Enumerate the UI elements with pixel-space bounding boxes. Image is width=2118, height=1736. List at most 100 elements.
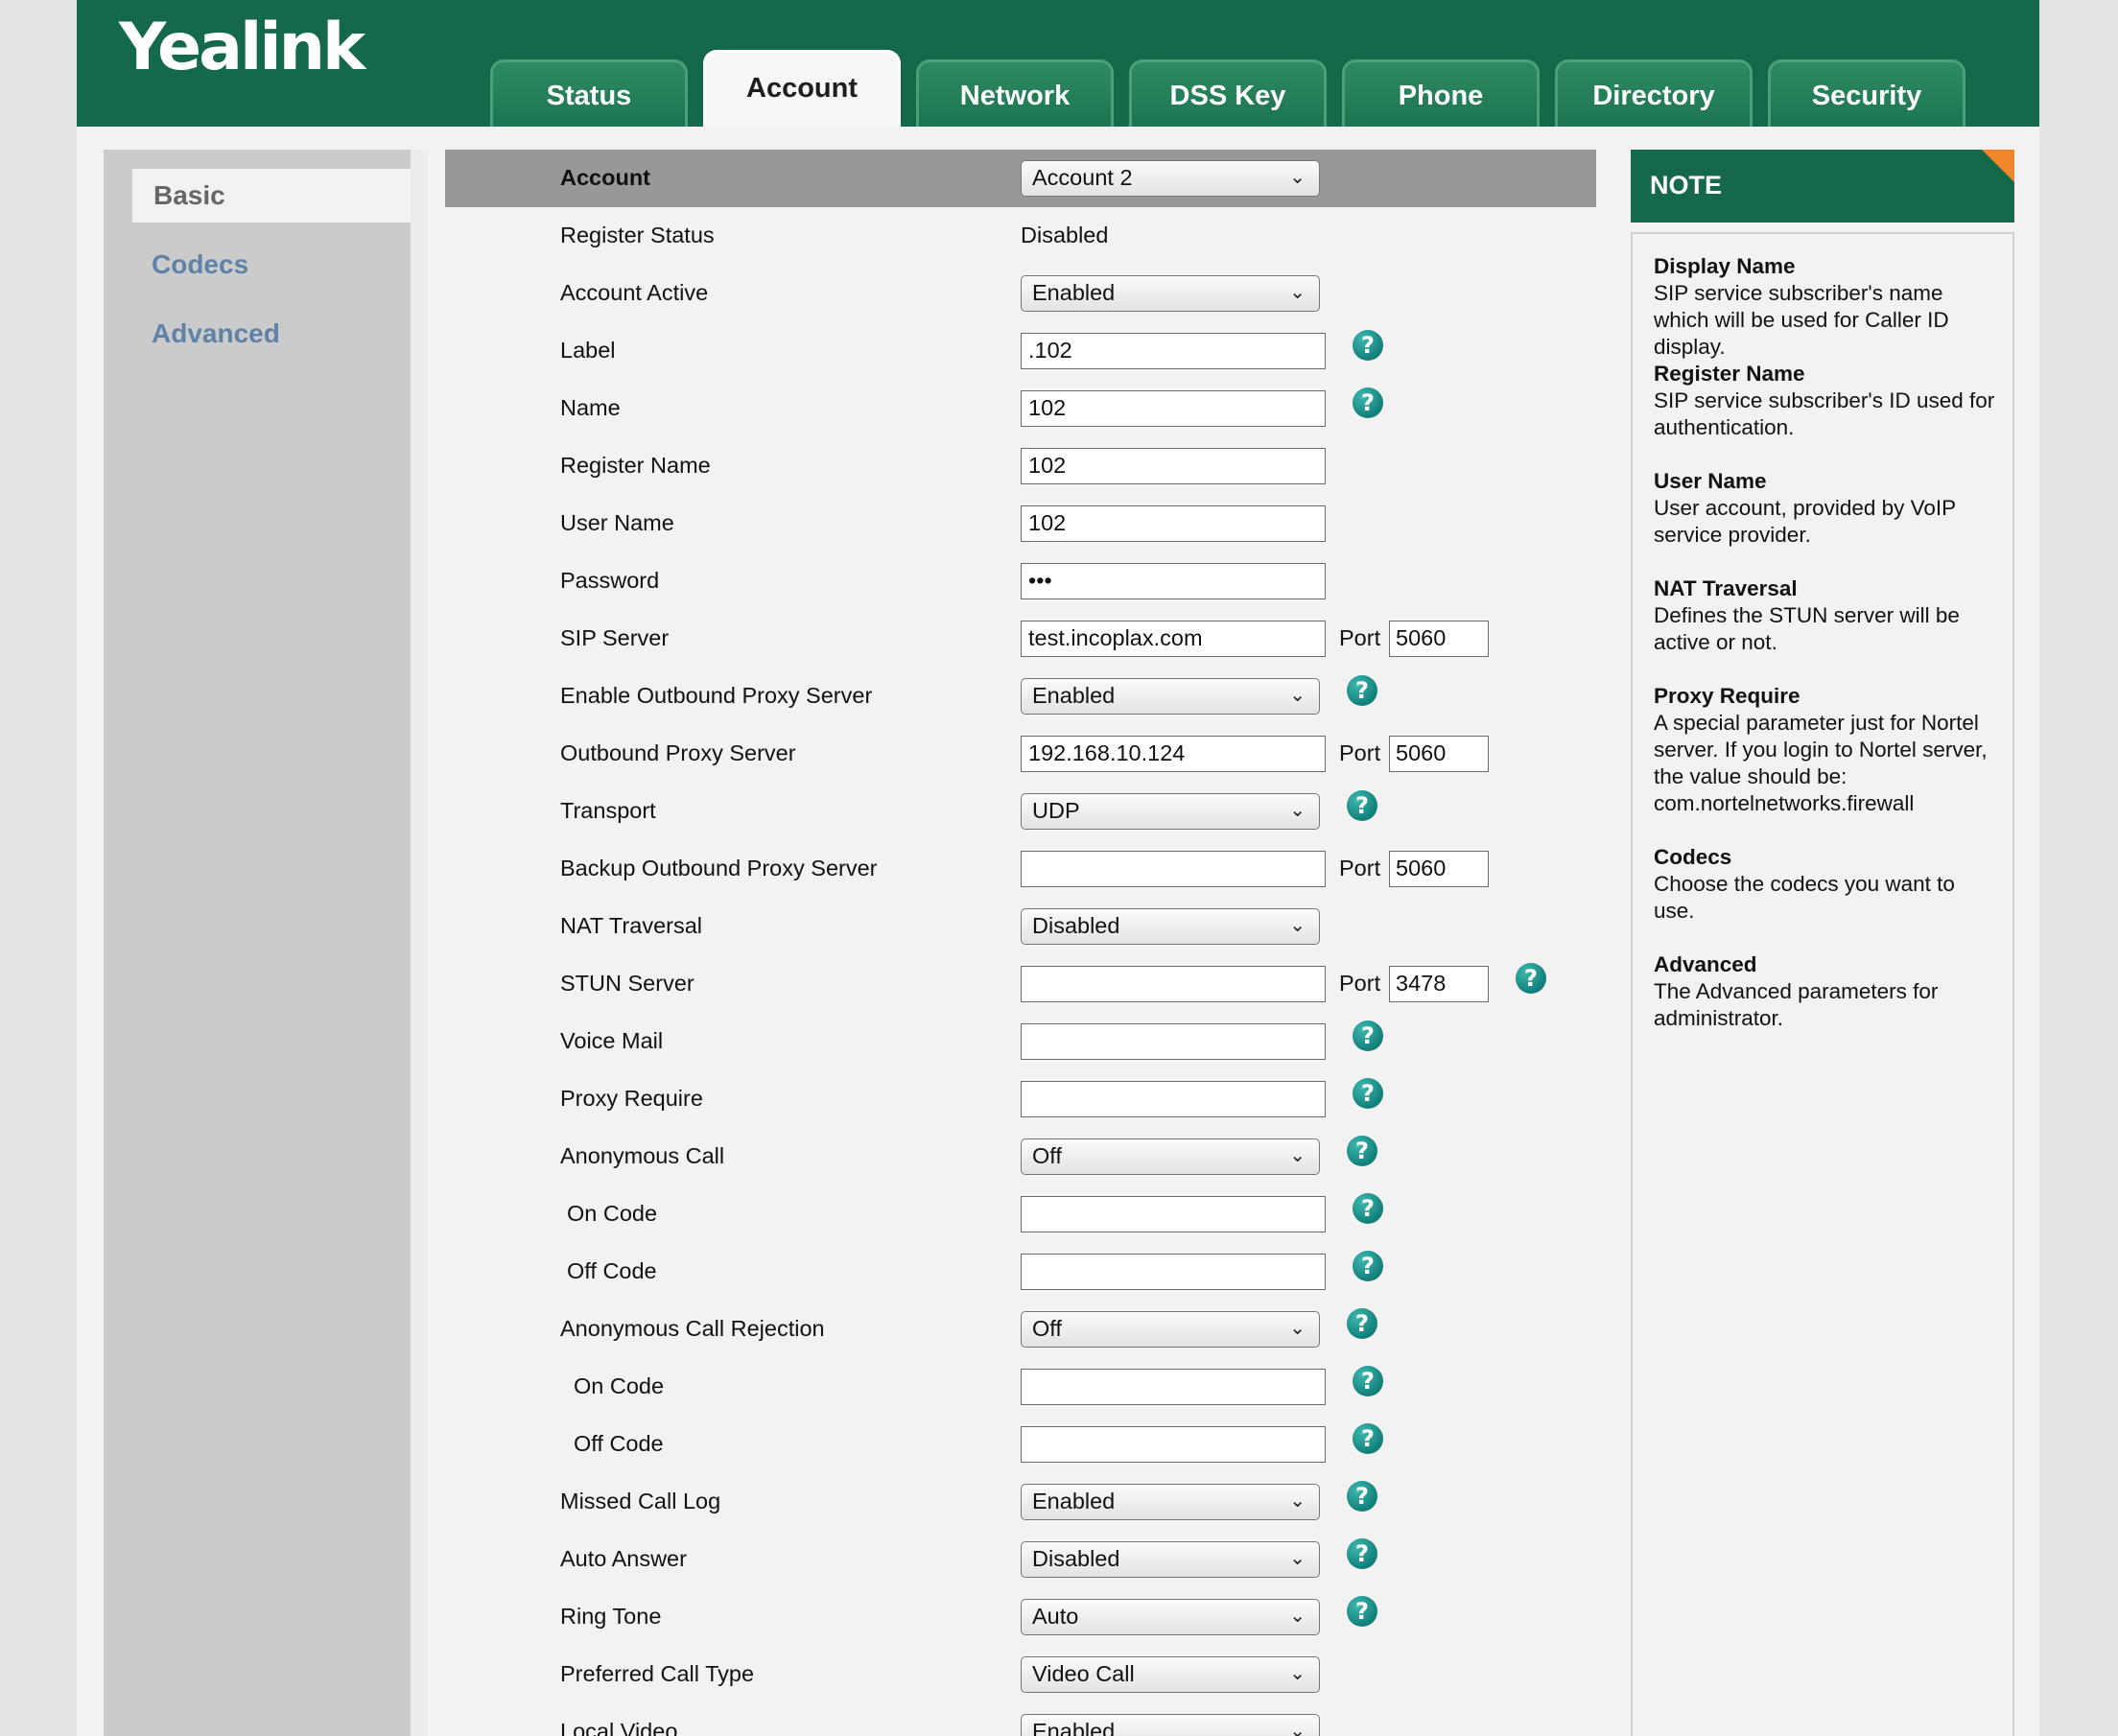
register-name-label: Register Name — [560, 453, 711, 478]
sip-server-port-input[interactable]: 5060 — [1389, 621, 1489, 657]
sidebar-item-codecs[interactable]: Codecs — [152, 249, 248, 280]
ring-tone-select[interactable]: Auto ⌄ — [1021, 1599, 1320, 1635]
sidebar-item-basic[interactable]: Basic — [132, 169, 411, 223]
stun-server-input[interactable] — [1021, 966, 1326, 1002]
tab-dss-key[interactable]: DSS Key — [1129, 59, 1327, 127]
rej-off-code-input[interactable] — [1021, 1426, 1326, 1463]
tab-status[interactable]: Status — [490, 59, 688, 127]
outbound-proxy-port-input[interactable]: 5060 — [1389, 736, 1489, 772]
backup-outbound-proxy-port-label: Port — [1339, 856, 1381, 880]
register-name-input[interactable]: 102 — [1021, 448, 1326, 484]
user-name-input[interactable]: 102 — [1021, 505, 1326, 542]
help-icon[interactable]: ? — [1353, 1078, 1383, 1109]
help-icon[interactable]: ? — [1353, 1193, 1383, 1224]
transport-select[interactable]: UDP ⌄ — [1021, 793, 1320, 830]
account-form: Account Account 2 ⌄ Register Status Disab… — [445, 150, 1615, 1736]
preferred-call-type-label: Preferred Call Type — [560, 1661, 755, 1686]
rej-on-code-label: On Code — [574, 1373, 665, 1398]
note-item-text: Choose the codecs you want to use. — [1654, 872, 1955, 923]
note-item-text: A special parameter just for Nortel serv… — [1654, 711, 1988, 815]
header: Yealink Status Account Network DSS Key P… — [77, 0, 2039, 127]
proxy-require-input[interactable] — [1021, 1081, 1326, 1117]
auto-answer-select[interactable]: Disabled ⌄ — [1021, 1541, 1320, 1578]
help-icon[interactable]: ? — [1353, 1020, 1383, 1051]
password-input[interactable]: ••• — [1021, 563, 1326, 599]
stun-server-port-label: Port — [1339, 971, 1381, 996]
account-select[interactable]: Account 2 ⌄ — [1021, 160, 1320, 197]
help-icon[interactable]: ? — [1353, 1366, 1383, 1396]
anon-off-code-label: Off Code — [567, 1258, 657, 1283]
help-icon[interactable]: ? — [1347, 1136, 1377, 1166]
rej-on-code-input[interactable] — [1021, 1369, 1326, 1405]
chevron-down-icon: ⌄ — [1289, 915, 1306, 936]
outbound-proxy-label: Outbound Proxy Server — [560, 740, 796, 765]
help-icon[interactable]: ? — [1347, 1596, 1377, 1627]
anonymous-call-select[interactable]: Off ⌄ — [1021, 1138, 1320, 1175]
anonymous-call-rejection-value: Off — [1032, 1316, 1062, 1341]
rej-off-code-label: Off Code — [574, 1431, 664, 1456]
help-icon[interactable]: ? — [1347, 1538, 1377, 1569]
anon-on-code-input[interactable] — [1021, 1196, 1326, 1232]
sip-server-input[interactable]: test.incoplax.com — [1021, 621, 1326, 657]
help-icon[interactable]: ? — [1347, 675, 1377, 706]
chevron-down-icon: ⌄ — [1289, 1606, 1306, 1627]
proxy-require-label: Proxy Require — [560, 1086, 703, 1111]
tab-security[interactable]: Security — [1768, 59, 1965, 127]
missed-call-log-select[interactable]: Enabled ⌄ — [1021, 1484, 1320, 1520]
nat-traversal-value: Disabled — [1032, 913, 1120, 938]
note-corner-fold — [1982, 150, 2014, 182]
account-select-value: Account 2 — [1032, 165, 1133, 190]
help-icon[interactable]: ? — [1347, 1308, 1377, 1339]
outbound-proxy-port-label: Port — [1339, 740, 1381, 765]
chevron-down-icon: ⌄ — [1289, 1721, 1306, 1736]
backup-outbound-proxy-input[interactable] — [1021, 851, 1326, 887]
anonymous-call-value: Off — [1032, 1143, 1062, 1168]
tab-phone[interactable]: Phone — [1342, 59, 1540, 127]
backup-outbound-proxy-port-input[interactable]: 5060 — [1389, 851, 1489, 887]
help-icon[interactable]: ? — [1353, 330, 1383, 361]
tab-account[interactable]: Account — [703, 50, 901, 127]
note-title: NOTE — [1650, 171, 1723, 199]
account-active-select[interactable]: Enabled ⌄ — [1021, 275, 1320, 312]
anonymous-call-label: Anonymous Call — [560, 1143, 725, 1168]
help-icon[interactable]: ? — [1353, 387, 1383, 418]
label-input[interactable]: .102 — [1021, 333, 1326, 369]
tab-directory[interactable]: Directory — [1555, 59, 1753, 127]
note-item-title: Codecs — [1654, 845, 1732, 869]
user-name-label: User Name — [560, 510, 674, 535]
note-item: NAT Traversal Defines the STUN server wil… — [1654, 575, 1999, 656]
help-icon[interactable]: ? — [1347, 1481, 1377, 1512]
tab-network[interactable]: Network — [916, 59, 1114, 127]
name-input[interactable]: 102 — [1021, 390, 1326, 427]
chevron-down-icon: ⌄ — [1289, 1663, 1306, 1684]
stun-server-port-input[interactable]: 3478 — [1389, 966, 1489, 1002]
note-item-title: User Name — [1654, 469, 1767, 493]
nat-traversal-label: NAT Traversal — [560, 913, 702, 938]
outbound-proxy-input[interactable]: 192.168.10.124 — [1021, 736, 1326, 772]
stun-server-label: STUN Server — [560, 971, 694, 996]
account-active-label: Account Active — [560, 280, 709, 305]
name-label: Name — [560, 395, 621, 420]
note-item: Codecs Choose the codecs you want to use. — [1654, 844, 1999, 925]
help-icon[interactable]: ? — [1347, 790, 1377, 821]
preferred-call-type-select[interactable]: Video Call ⌄ — [1021, 1656, 1320, 1693]
help-icon[interactable]: ? — [1353, 1423, 1383, 1454]
transport-label: Transport — [560, 798, 656, 823]
local-video-select[interactable]: Enabled ⌄ — [1021, 1714, 1320, 1736]
anonymous-call-rejection-select[interactable]: Off ⌄ — [1021, 1311, 1320, 1348]
note-item-text: User account, provided by VoIP service p… — [1654, 496, 1956, 547]
missed-call-log-value: Enabled — [1032, 1489, 1116, 1513]
sidebar-item-advanced[interactable]: Advanced — [152, 318, 280, 349]
enable-outbound-proxy-select[interactable]: Enabled ⌄ — [1021, 678, 1320, 715]
label-label: Label — [560, 338, 616, 363]
help-icon[interactable]: ? — [1516, 963, 1546, 994]
register-status-label: Register Status — [560, 223, 715, 247]
chevron-down-icon: ⌄ — [1289, 1145, 1306, 1166]
voice-mail-input[interactable] — [1021, 1023, 1326, 1060]
note-panel: Display Name SIP service subscriber's nam… — [1631, 232, 2014, 1736]
chevron-down-icon: ⌄ — [1289, 282, 1306, 303]
nat-traversal-select[interactable]: Disabled ⌄ — [1021, 908, 1320, 945]
account-active-value: Enabled — [1032, 280, 1116, 305]
anon-off-code-input[interactable] — [1021, 1254, 1326, 1290]
help-icon[interactable]: ? — [1353, 1251, 1383, 1281]
